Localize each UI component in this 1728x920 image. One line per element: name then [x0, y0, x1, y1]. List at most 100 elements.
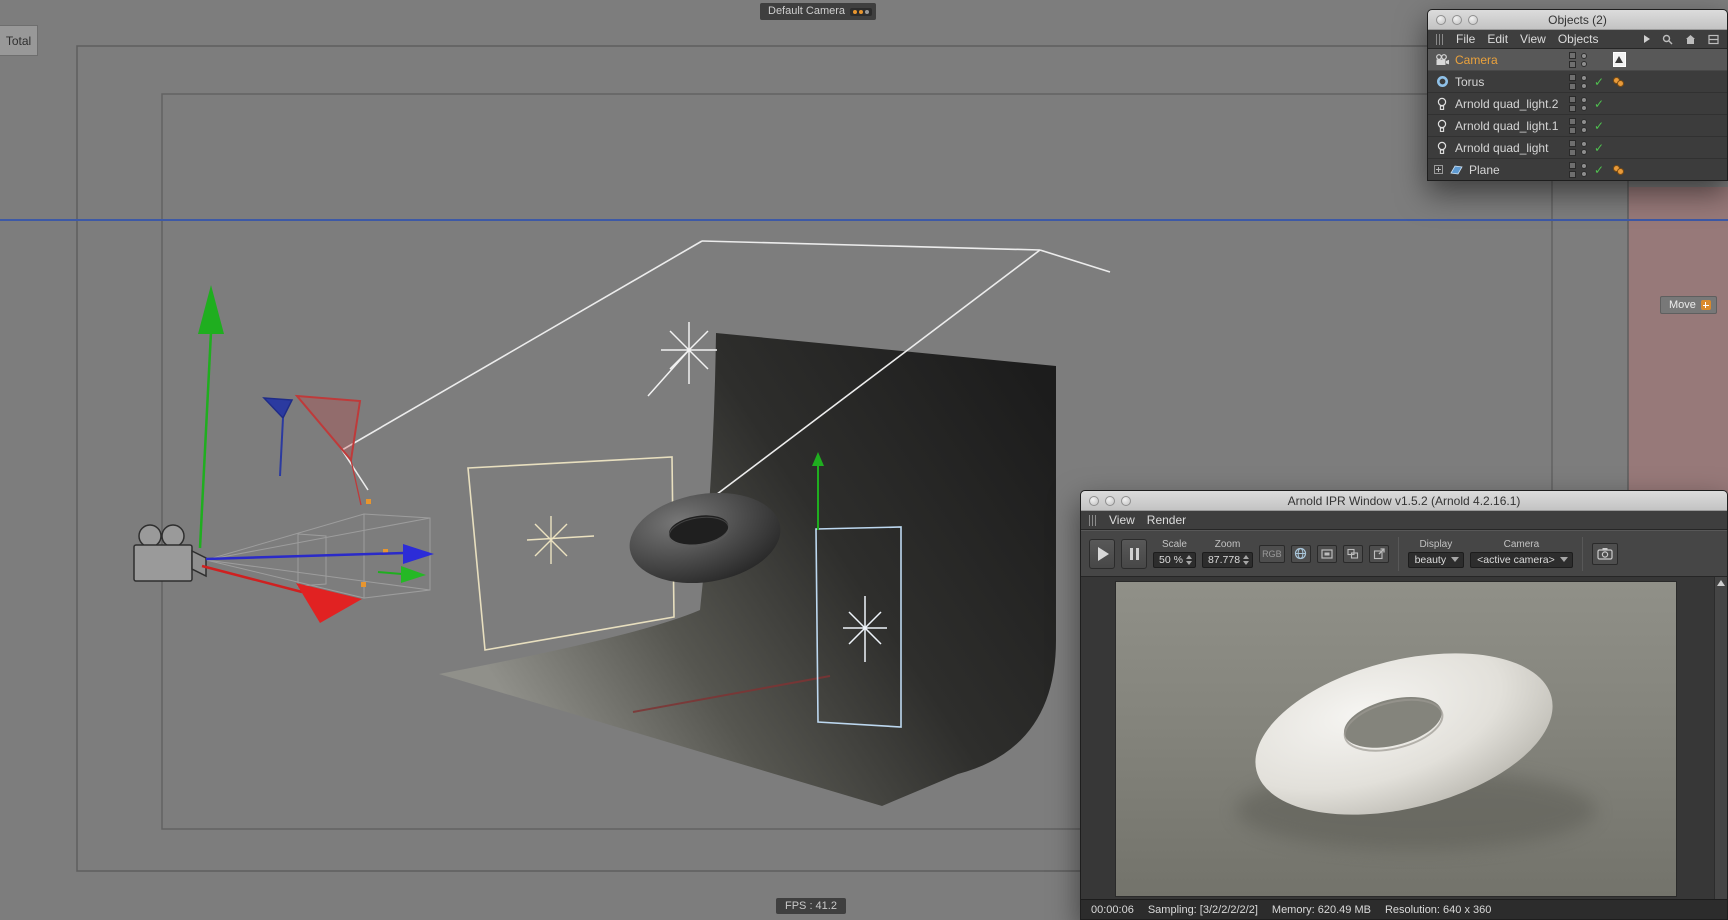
editor-render-dots[interactable] — [1581, 162, 1587, 177]
ipr-statusbar: 00:00:06 Sampling: [3/2/2/2/2/2] Memory:… — [1081, 899, 1727, 919]
rgb-channel-button[interactable]: RGB — [1259, 544, 1285, 563]
light-flag-red[interactable] — [294, 394, 362, 506]
light-object-icon — [1434, 141, 1450, 155]
objects-manager-window[interactable]: Objects (2) File Edit View Objects Camer… — [1427, 9, 1728, 181]
scale-stepper[interactable] — [1185, 554, 1192, 565]
move-tool-label: Move — [1669, 299, 1696, 311]
menu-edit[interactable]: Edit — [1487, 32, 1508, 46]
total-tab[interactable]: Total — [0, 25, 38, 56]
panel-grip-icon[interactable] — [1436, 33, 1444, 45]
light-object-icon — [1434, 97, 1450, 111]
object-row-quad-light-1[interactable]: Arnold quad_light.1 ✓ — [1428, 115, 1727, 137]
visibility-toggles[interactable] — [1569, 161, 1576, 178]
material-tag-icon[interactable] — [1611, 74, 1627, 90]
zoom-value: 87.778 — [1207, 553, 1241, 566]
render-torus-graphic — [1236, 653, 1596, 850]
camera-icon — [1597, 548, 1613, 560]
ipr-menubar: View Render — [1081, 511, 1727, 530]
fps-text: FPS : 41.2 — [785, 900, 837, 912]
resolution-info: Resolution: 640 x 360 — [1384, 903, 1492, 916]
editor-render-dots[interactable] — [1581, 74, 1587, 89]
camera-settings-icon[interactable] — [850, 7, 873, 16]
material-tag-icon[interactable] — [1611, 162, 1627, 178]
toolbar-separator — [1397, 536, 1399, 571]
objects-titlebar[interactable]: Objects (2) — [1428, 10, 1727, 30]
layout-icon[interactable] — [1708, 34, 1719, 45]
light-flag-blue[interactable] — [262, 397, 294, 477]
visibility-toggles[interactable] — [1569, 95, 1576, 112]
arnold-ipr-window[interactable]: Arnold IPR Window v1.5.2 (Arnold 4.2.16.… — [1080, 490, 1728, 920]
open-external-button[interactable] — [1368, 544, 1389, 563]
menu-view[interactable]: View — [1109, 513, 1135, 527]
add-icon[interactable] — [1700, 300, 1711, 310]
active-camera-label-text: Default Camera — [768, 5, 846, 17]
visibility-toggles[interactable] — [1569, 51, 1576, 68]
visibility-toggles[interactable] — [1569, 139, 1576, 156]
total-tab-label: Total — [5, 33, 32, 48]
editor-render-dots[interactable] — [1581, 118, 1587, 133]
enabled-check-icon[interactable]: ✓ — [1592, 163, 1606, 177]
home-icon[interactable] — [1685, 34, 1696, 45]
editor-render-dots[interactable] — [1581, 96, 1587, 111]
submenu-arrow-icon[interactable] — [1644, 35, 1650, 43]
object-row-quad-light-2[interactable]: Arnold quad_light.2 ✓ — [1428, 93, 1727, 115]
play-icon — [1098, 546, 1109, 561]
menu-objects[interactable]: Objects — [1558, 32, 1599, 46]
object-row-camera[interactable]: Camera — [1428, 49, 1727, 71]
display-mode-button[interactable] — [1316, 544, 1337, 563]
fps-indicator: FPS : 41.2 — [776, 898, 846, 914]
visibility-toggles[interactable] — [1569, 73, 1576, 90]
light-star-white-icon[interactable] — [647, 322, 717, 397]
display-dropdown[interactable]: beauty — [1407, 551, 1465, 568]
axis-y-green[interactable] — [198, 285, 224, 549]
pause-button[interactable] — [1121, 538, 1147, 569]
menu-render[interactable]: Render — [1147, 513, 1186, 527]
camera-object-gizmo[interactable] — [133, 524, 207, 582]
object-label: Arnold quad_light.1 — [1455, 118, 1559, 133]
render-scrollbar[interactable] — [1714, 577, 1727, 899]
axis-x-red[interactable] — [201, 564, 362, 623]
enabled-check-icon[interactable]: ✓ — [1592, 97, 1606, 111]
ipr-render-area[interactable] — [1081, 577, 1727, 899]
active-camera-label[interactable]: Default Camera — [760, 3, 877, 20]
display-control: Display beauty — [1407, 539, 1465, 568]
visibility-toggles[interactable] — [1569, 117, 1576, 134]
panel-grip-icon[interactable] — [1089, 514, 1097, 526]
camera-label: Camera — [1503, 538, 1540, 550]
camera-dropdown[interactable]: <active camera> — [1470, 551, 1573, 568]
play-button[interactable] — [1089, 538, 1115, 569]
ipr-titlebar[interactable]: Arnold IPR Window v1.5.2 (Arnold 4.2.16.… — [1081, 491, 1727, 511]
light-object-icon — [1434, 119, 1450, 133]
axis-handle-green-small[interactable] — [377, 566, 426, 583]
object-row-quad-light[interactable]: Arnold quad_light ✓ — [1428, 137, 1727, 159]
object-row-torus[interactable]: Torus ✓ — [1428, 71, 1727, 93]
enabled-check-icon[interactable]: ✓ — [1592, 75, 1606, 89]
zoom-control: Zoom 87.778 — [1201, 539, 1254, 568]
ipr-toolbar: Scale 50 % Zoom 87.778 RGB Display beaut… — [1081, 530, 1727, 577]
desktop: { "viewport": { "camera_label": "Default… — [0, 0, 1728, 920]
editor-render-dots[interactable] — [1581, 140, 1587, 155]
scale-field[interactable]: 50 % — [1153, 551, 1196, 568]
color-management-button[interactable] — [1290, 544, 1311, 563]
enabled-check-icon[interactable]: ✓ — [1592, 141, 1606, 155]
snapshot-button[interactable] — [1591, 542, 1618, 565]
scroll-up-icon[interactable] — [1717, 580, 1725, 586]
object-row-plane[interactable]: Plane ✓ — [1428, 159, 1727, 180]
render-time: 00:00:06 — [1091, 903, 1134, 916]
move-tool-hint[interactable]: Move — [1660, 296, 1717, 314]
editor-render-dots[interactable] — [1581, 52, 1587, 67]
expand-toggle-icon[interactable] — [1434, 165, 1443, 174]
menu-view[interactable]: View — [1520, 32, 1546, 46]
tag-slot — [1611, 140, 1627, 156]
chevron-down-icon — [1451, 557, 1460, 562]
memory-info: Memory: 620.49 MB — [1271, 903, 1371, 916]
frustum-handle-dots[interactable] — [361, 499, 388, 587]
zoom-field[interactable]: 87.778 — [1201, 551, 1254, 568]
search-icon[interactable] — [1662, 34, 1673, 45]
menu-file[interactable]: File — [1456, 32, 1475, 46]
enabled-check-icon[interactable]: ✓ — [1592, 119, 1606, 133]
zoom-stepper[interactable] — [1243, 554, 1250, 565]
tile-view-button[interactable] — [1342, 544, 1363, 563]
rendered-image[interactable] — [1115, 581, 1677, 897]
arnold-tag-icon[interactable] — [1611, 52, 1627, 68]
